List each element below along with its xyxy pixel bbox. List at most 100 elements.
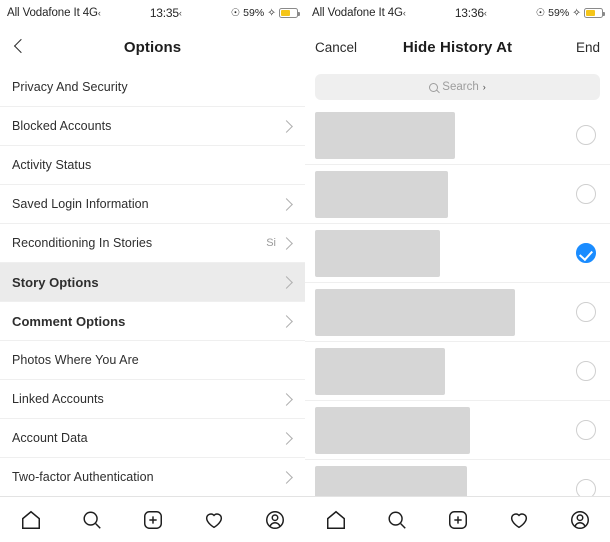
battery-icon	[584, 8, 605, 18]
profile-icon[interactable]	[566, 506, 594, 534]
right-phone-screen: All Vodafone It 4G ‹ 13:36 ‹ ☉ 59% ✧ Can…	[305, 0, 610, 542]
search-bar-container: Search ›	[305, 68, 610, 106]
list-item[interactable]	[305, 401, 610, 460]
list-item[interactable]: Blocked Accounts	[0, 107, 305, 146]
media-thumbnail	[315, 229, 440, 277]
chevron-right-icon	[280, 197, 293, 211]
list-item-story-options[interactable]: Story Options	[0, 263, 305, 302]
list-item[interactable]: Saved Login Information	[0, 185, 305, 224]
list-item-label: Photos Where You Are	[12, 353, 139, 367]
status-right-group: ☉ 59% ✧	[535, 7, 605, 19]
chevron-right-icon	[280, 470, 293, 484]
battery-icon	[279, 8, 300, 18]
clock-glyph: ‹	[178, 8, 182, 18]
list-item[interactable]: Privacy And Security	[0, 68, 305, 107]
select-radio[interactable]	[576, 420, 596, 440]
options-list[interactable]: Privacy And Security Blocked Accounts Ac…	[0, 68, 305, 496]
select-radio[interactable]	[576, 361, 596, 381]
list-item[interactable]	[305, 165, 610, 224]
select-radio-checked[interactable]	[576, 243, 596, 263]
search-placeholder: Search	[442, 81, 479, 93]
list-item-label: Blocked Accounts	[12, 119, 112, 133]
status-right-group: ☉ 59% ✧	[230, 7, 300, 19]
battery-percent-label: 59%	[243, 7, 265, 19]
alarm-icon: ☉	[230, 7, 241, 19]
media-thumbnail	[315, 111, 455, 159]
right-nav-bar: Cancel Hide History At End	[305, 26, 610, 68]
plus-square-icon[interactable]	[139, 506, 167, 534]
list-item[interactable]: Linked Accounts	[0, 380, 305, 419]
heart-icon[interactable]	[505, 506, 533, 534]
list-item-label: Saved Login Information	[12, 197, 149, 211]
select-radio[interactable]	[576, 479, 596, 496]
right-status-bar: All Vodafone It 4G ‹ 13:36 ‹ ☉ 59% ✧	[305, 0, 610, 26]
list-item-label: Comment Options	[12, 313, 126, 329]
media-thumbnail	[315, 288, 515, 336]
select-radio[interactable]	[576, 302, 596, 322]
chevron-right-icon	[280, 392, 293, 406]
list-item[interactable]	[305, 460, 610, 496]
clock-glyph: ‹	[483, 8, 487, 18]
story-history-list[interactable]	[305, 106, 610, 496]
list-item-label: Reconditioning In Stories	[12, 236, 153, 250]
home-icon[interactable]	[17, 506, 45, 534]
list-item-label: Story Options	[12, 274, 99, 290]
list-item[interactable]: Activity Status	[0, 146, 305, 185]
list-item[interactable]: Photos Where You Are	[0, 341, 305, 380]
list-item-label: Linked Accounts	[12, 392, 104, 406]
list-item[interactable]	[305, 224, 610, 283]
carrier-label: All Vodafone It 4G	[312, 7, 403, 19]
clock-label: 13:36	[454, 6, 484, 20]
list-item[interactable]	[305, 106, 610, 165]
bluetooth-icon: ✧	[267, 7, 276, 19]
left-phone-screen: All Vodafone It 4G ‹ 13:35 ‹ ☉ 59% ✧ Opt…	[0, 0, 305, 542]
search-icon	[429, 82, 439, 92]
chevron-right-icon	[280, 119, 293, 133]
plus-square-icon[interactable]	[444, 506, 472, 534]
cancel-button[interactable]: Cancel	[315, 40, 357, 55]
page-title: Options	[123, 38, 182, 56]
list-item[interactable]: Reconditioning In Stories Si	[0, 224, 305, 263]
media-thumbnail	[315, 406, 470, 454]
left-tab-bar[interactable]	[0, 496, 305, 542]
search-icon[interactable]	[383, 506, 411, 534]
carrier-label: All Vodafone It 4G	[7, 7, 98, 19]
list-item-label: Two-factor Authentication	[12, 470, 154, 484]
list-item-value: Si	[266, 237, 276, 249]
battery-percent-label: 59%	[548, 7, 570, 19]
clock-label: 13:35	[149, 6, 179, 20]
select-radio[interactable]	[576, 184, 596, 204]
list-item[interactable]	[305, 283, 610, 342]
right-tab-bar[interactable]	[305, 496, 610, 542]
chevron-right-icon	[280, 236, 293, 250]
home-icon[interactable]	[322, 506, 350, 534]
list-item[interactable]: Account Data	[0, 419, 305, 458]
alarm-icon: ☉	[535, 7, 546, 19]
list-item[interactable]	[305, 342, 610, 401]
list-item-label: Privacy And Security	[12, 80, 128, 94]
profile-icon[interactable]	[261, 506, 289, 534]
screenshot-root: All Vodafone It 4G ‹ 13:35 ‹ ☉ 59% ✧ Opt…	[0, 0, 610, 542]
search-icon[interactable]	[78, 506, 106, 534]
chevron-right-icon	[280, 431, 293, 445]
search-input[interactable]: Search ›	[315, 74, 600, 100]
media-thumbnail	[315, 347, 445, 395]
done-button[interactable]: End	[576, 40, 600, 55]
back-chevron-icon[interactable]	[10, 37, 30, 57]
list-item-label: Account Data	[12, 431, 88, 445]
search-glyph: ›	[482, 82, 486, 92]
left-status-bar: All Vodafone It 4G ‹ 13:35 ‹ ☉ 59% ✧	[0, 0, 305, 26]
bluetooth-icon: ✧	[572, 7, 581, 19]
media-thumbnail	[315, 170, 448, 218]
chevron-right-icon	[280, 275, 293, 289]
list-item[interactable]: Two-factor Authentication	[0, 458, 305, 496]
chevron-right-icon	[280, 314, 293, 328]
heart-icon[interactable]	[200, 506, 228, 534]
select-radio[interactable]	[576, 125, 596, 145]
media-thumbnail	[315, 465, 467, 496]
left-nav-bar: Options	[0, 26, 305, 68]
list-item-comment-options[interactable]: Comment Options	[0, 302, 305, 341]
signal-glyph: ‹	[97, 8, 101, 18]
signal-glyph: ‹	[402, 8, 406, 18]
list-item-label: Activity Status	[12, 158, 92, 172]
